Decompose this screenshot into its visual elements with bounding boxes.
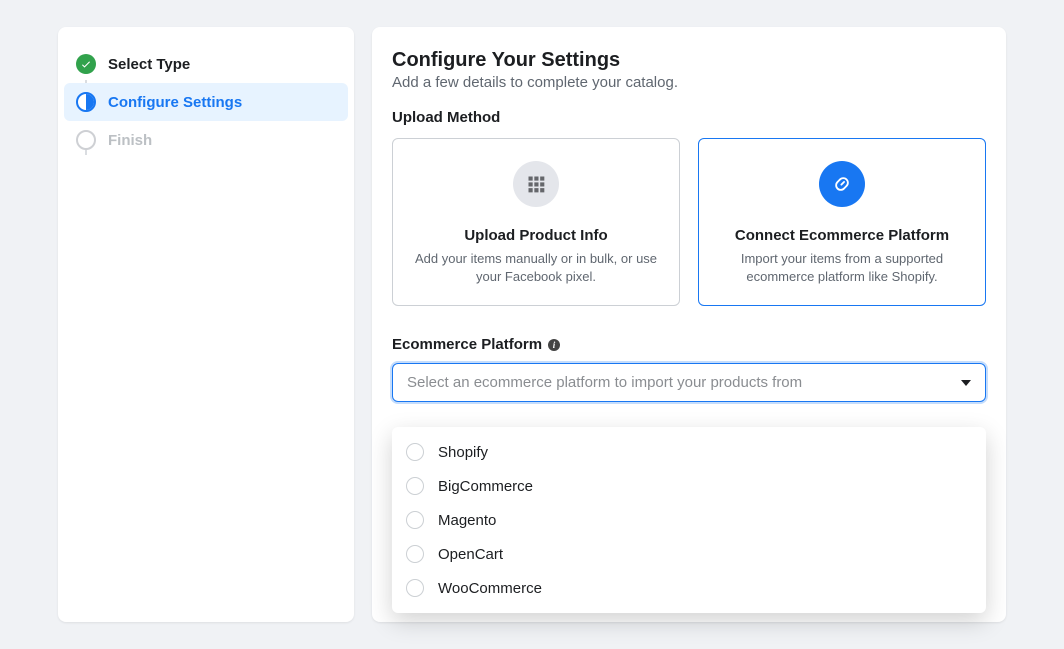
step-label: Select Type: [108, 56, 190, 73]
option-bigcommerce[interactable]: BigCommerce: [392, 469, 986, 503]
option-shopify[interactable]: Shopify: [392, 435, 986, 469]
wizard-sidebar: Select Type Configure Settings Finish: [58, 27, 354, 622]
radio-icon: [406, 511, 424, 529]
ecommerce-platform-label: Ecommerce Platform i: [392, 336, 560, 353]
radio-icon: [406, 443, 424, 461]
link-icon: [819, 161, 865, 207]
option-magento[interactable]: Magento: [392, 503, 986, 537]
ecommerce-platform-select[interactable]: Select an ecommerce platform to import y…: [392, 363, 986, 402]
grid-icon: [513, 161, 559, 207]
option-label: WooCommerce: [438, 580, 542, 597]
step-configure-settings[interactable]: Configure Settings: [64, 83, 348, 121]
card-title: Connect Ecommerce Platform: [717, 227, 967, 244]
card-description: Add your items manually or in bulk, or u…: [411, 250, 661, 285]
upload-product-info-card[interactable]: Upload Product Info Add your items manua…: [392, 138, 680, 306]
page-title: Configure Your Settings: [392, 49, 986, 72]
option-woocommerce[interactable]: WooCommerce: [392, 571, 986, 605]
option-opencart[interactable]: OpenCart: [392, 537, 986, 571]
page-subtitle: Add a few details to complete your catal…: [392, 74, 986, 91]
radio-icon: [406, 545, 424, 563]
step-finish[interactable]: Finish: [58, 121, 354, 159]
connect-ecommerce-card[interactable]: Connect Ecommerce Platform Import your i…: [698, 138, 986, 306]
option-label: Magento: [438, 512, 496, 529]
select-placeholder: Select an ecommerce platform to import y…: [407, 374, 802, 391]
option-label: OpenCart: [438, 546, 503, 563]
upload-method-label: Upload Method: [392, 109, 986, 126]
card-title: Upload Product Info: [411, 227, 661, 244]
card-description: Import your items from a supported ecomm…: [717, 250, 967, 285]
chevron-down-icon: [961, 380, 971, 386]
option-label: Shopify: [438, 444, 488, 461]
option-label: BigCommerce: [438, 478, 533, 495]
upload-method-cards: Upload Product Info Add your items manua…: [392, 138, 986, 306]
info-icon[interactable]: i: [548, 339, 560, 351]
step-label: Configure Settings: [108, 94, 242, 111]
radio-icon: [406, 477, 424, 495]
platform-dropdown: Shopify BigCommerce Magento OpenCart Woo…: [392, 427, 986, 613]
main-panel: Configure Your Settings Add a few detail…: [372, 27, 1006, 622]
half-circle-icon: [76, 92, 96, 112]
step-select-type[interactable]: Select Type: [58, 45, 354, 83]
empty-circle-icon: [76, 130, 96, 150]
radio-icon: [406, 579, 424, 597]
check-icon: [76, 54, 96, 74]
step-label: Finish: [108, 132, 152, 149]
